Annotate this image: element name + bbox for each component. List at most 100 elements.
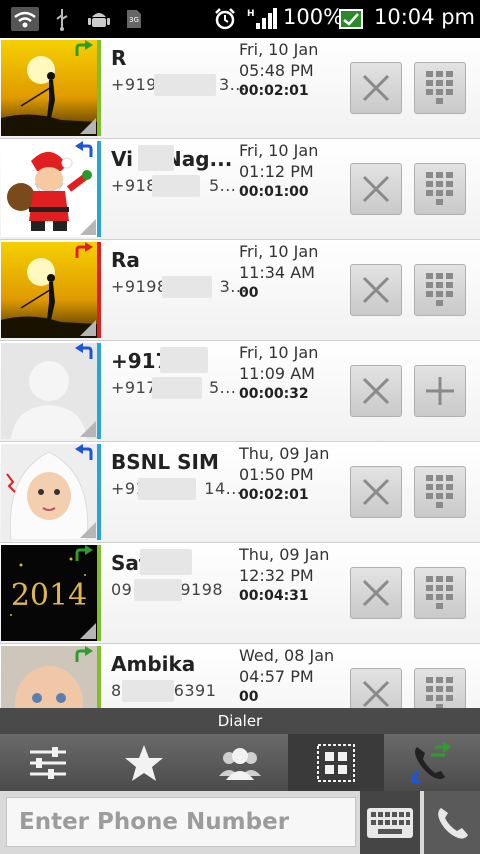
call-type-stripe [97,646,101,708]
signal-icon: H [246,7,278,31]
call-log-list[interactable]: R +919 3... Fri, 10 Jan 05:48 PM 00:02:01 [0,38,480,708]
svg-text:2014: 2014 [11,578,87,613]
contact-name: Ra [111,248,140,272]
close-icon [362,74,390,102]
call-date: Thu, 09 Jan [239,444,330,463]
call-date: Fri, 10 Jan [239,242,319,261]
call-time: 04:57 PM [239,667,314,686]
photo-corner-marker [80,320,96,336]
call-log-row[interactable]: +917 +917 5... Fri, 10 Jan 11:09 AM 00:00… [0,341,480,442]
close-icon [362,377,390,405]
call-time: 11:34 AM [239,263,315,282]
call-duration: 00 [239,689,259,705]
dialpad-icon [426,172,453,205]
call-date: Wed, 08 Jan [239,646,335,665]
add-contact-button[interactable] [414,365,466,417]
outgoing-call-icon [73,545,95,563]
dialer-title: Dialer [0,708,480,734]
dialpad-button[interactable] [414,163,466,215]
call-type-stripe [97,40,101,136]
call-date: Thu, 09 Jan [239,545,330,564]
incoming-call-icon [73,444,95,462]
delete-call-button[interactable] [350,264,402,316]
tab-groups[interactable] [288,734,384,791]
incoming-call-icon [73,343,95,361]
call-log-row[interactable]: Vi Nag... +918 5... Fri, 10 Jan 01:12 PM 0… [0,139,480,240]
dialpad-icon [426,273,453,306]
phone-icon [438,807,468,839]
call-log-row[interactable]: BSNL SIM +91 14... Thu, 09 Jan 01:50 PM 0… [0,442,480,543]
close-icon [362,579,390,607]
delete-call-button[interactable] [350,62,402,114]
photo-corner-marker [80,623,96,639]
redaction-box [152,175,200,197]
alarm-icon [212,7,238,31]
call-time: 05:48 PM [239,61,314,80]
call-log-row[interactable]: Ambika 8 6391 Wed, 08 Jan 04:57 PM 00 [0,644,480,708]
call-duration: 00:02:01 [239,487,309,503]
redaction-box [162,276,212,298]
incoming-call-icon [73,141,95,159]
close-icon [362,478,390,506]
outgoing-call-icon [73,40,95,58]
call-log-row[interactable]: 2014 Sat 09 9198 Thu, 09 Jan 12:32 PM 00:… [0,543,480,644]
redaction-box [138,478,196,500]
sliders-icon [30,746,66,779]
call-type-stripe [97,141,101,237]
photo-corner-marker [80,219,96,235]
delete-call-button[interactable] [350,466,402,518]
call-log-row[interactable]: Ra +9198 3... Fri, 10 Jan 11:34 AM 00 [0,240,480,341]
dialpad-button[interactable] [414,62,466,114]
call-log-row[interactable]: R +919 3... Fri, 10 Jan 05:48 PM 00:02:01 [0,38,480,139]
clock: 10:04 pm [374,5,475,29]
close-icon [362,276,390,304]
dialpad-button[interactable] [414,567,466,619]
call-time: 01:12 PM [239,162,314,181]
call-duration: 00:02:01 [239,83,309,99]
tab-contacts[interactable] [192,734,288,791]
photo-corner-marker [80,522,96,538]
dialpad-button[interactable] [414,466,466,518]
tab-call-log[interactable] [384,734,480,791]
call-date: Fri, 10 Jan [239,141,319,160]
photo-corner-marker [80,118,96,134]
dialpad-icon [426,71,453,104]
usb-icon [52,7,72,31]
android-icon [86,7,112,31]
plus-icon [426,377,454,405]
call-type-stripe [97,545,101,641]
call-time: 12:32 PM [239,566,314,585]
svg-text:H: H [247,9,255,19]
delete-call-button[interactable] [350,567,402,619]
contact-name: Ambika [111,652,196,676]
sim-icon: 3G [124,7,144,31]
dialpad-button[interactable] [414,668,466,708]
phone-number-input[interactable] [6,797,356,847]
close-icon [362,680,390,708]
call-time: 11:09 AM [239,364,315,383]
call-type-stripe [97,444,101,540]
delete-call-button[interactable] [350,163,402,215]
call-duration: 00:00:32 [239,386,309,402]
dialpad-icon [426,576,453,609]
wifi-icon [10,7,40,31]
missed-call-icon [73,242,95,260]
dialpad-icon [426,475,453,508]
call-button[interactable] [424,791,480,854]
call-type-stripe [97,343,101,439]
redaction-box [152,377,202,399]
dialpad-button[interactable] [414,264,466,316]
delete-call-button[interactable] [350,365,402,417]
delete-call-button[interactable] [350,668,402,708]
redaction-box [122,680,174,702]
tab-favorites[interactable] [96,734,192,791]
svg-text:3G: 3G [129,16,139,24]
battery-icon [338,7,364,31]
call-log-icon [411,740,451,783]
tab-settings[interactable] [0,734,96,791]
photo-corner-marker [80,421,96,437]
call-duration: 00:01:00 [239,184,309,200]
keyboard-button[interactable] [360,791,420,854]
contact-name: BSNL SIM [111,450,219,474]
redaction-box [160,347,208,373]
